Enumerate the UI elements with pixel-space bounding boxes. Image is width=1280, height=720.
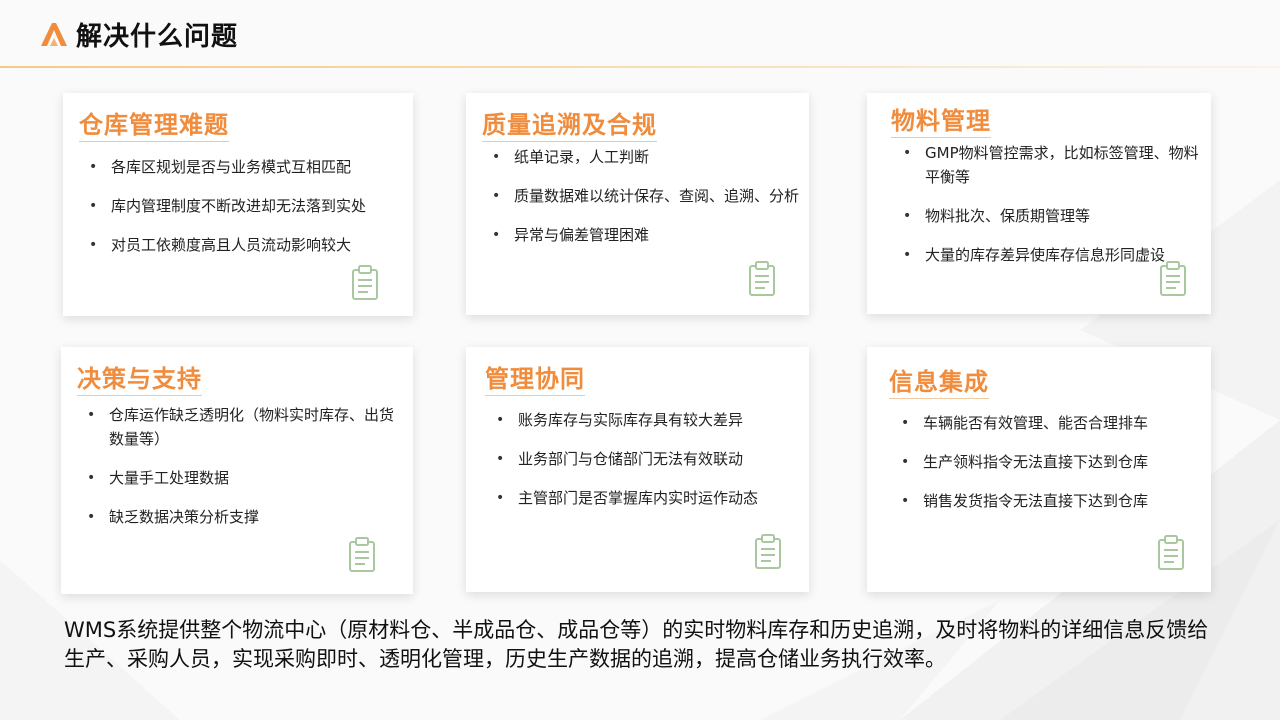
- list-item: 库内管理制度不断改进却无法落到实处: [89, 194, 403, 218]
- card-list: 车辆能否有效管理、能否合理排车 生产领料指令无法直接下达到仓库 销售发货指令无法…: [901, 411, 1201, 528]
- list-item: 对员工依赖度高且人员流动影响较大: [89, 233, 403, 257]
- logo-icon: [41, 23, 67, 46]
- card-title: 管理协同: [485, 359, 585, 396]
- clipboard-icon: [755, 534, 781, 569]
- card-decision-support: 决策与支持 仓库运作缺乏透明化（物料实时库存、出货数量等） 大量手工处理数据 缺…: [61, 347, 413, 594]
- list-item: 物料批次、保质期管理等: [903, 204, 1203, 228]
- list-item: 各库区规划是否与业务模式互相匹配: [89, 155, 403, 179]
- clipboard-icon: [749, 261, 775, 296]
- clipboard-icon: [1158, 535, 1184, 570]
- header: 解决什么问题: [0, 0, 1280, 68]
- card-title: 决策与支持: [77, 359, 202, 396]
- page-title: 解决什么问题: [76, 22, 239, 52]
- card-list: 仓库运作缺乏透明化（物料实时库存、出货数量等） 大量手工处理数据 缺乏数据决策分…: [87, 403, 399, 544]
- card-list: GMP物料管控需求，比如标签管理、物料平衡等 物料批次、保质期管理等 大量的库存…: [903, 141, 1203, 282]
- card-list: 各库区规划是否与业务模式互相匹配 库内管理制度不断改进却无法落到实处 对员工依赖…: [89, 155, 403, 272]
- card-title: 信息集成: [889, 362, 989, 399]
- header-divider: [0, 66, 1280, 68]
- list-item: 纸单记录，人工判断: [492, 145, 801, 169]
- list-item: 大量的库存差异使库存信息形同虚设: [903, 243, 1203, 267]
- list-item: 业务部门与仓储部门无法有效联动: [496, 447, 799, 471]
- list-item: 主管部门是否掌握库内实时运作动态: [496, 486, 799, 510]
- card-list: 账务库存与实际库存具有较大差异 业务部门与仓储部门无法有效联动 主管部门是否掌握…: [496, 408, 799, 525]
- list-item: 销售发货指令无法直接下达到仓库: [901, 489, 1201, 513]
- list-item: 质量数据难以统计保存、查阅、追溯、分析: [492, 184, 801, 208]
- card-warehouse-management: 仓库管理难题 各库区规划是否与业务模式互相匹配 库内管理制度不断改进却无法落到实…: [63, 93, 413, 316]
- list-item: GMP物料管控需求，比如标签管理、物料平衡等: [903, 141, 1203, 189]
- clipboard-icon: [349, 537, 375, 572]
- list-item: 缺乏数据决策分析支撑: [87, 505, 399, 529]
- card-material-management: 物料管理 GMP物料管控需求，比如标签管理、物料平衡等 物料批次、保质期管理等 …: [867, 93, 1211, 314]
- list-item: 账务库存与实际库存具有较大差异: [496, 408, 799, 432]
- clipboard-icon: [352, 265, 378, 300]
- card-title: 物料管理: [891, 101, 991, 138]
- card-quality-traceability: 质量追溯及合规 纸单记录，人工判断 质量数据难以统计保存、查阅、追溯、分析 异常…: [466, 93, 809, 315]
- list-item: 生产领料指令无法直接下达到仓库: [901, 450, 1201, 474]
- clipboard-icon: [1160, 261, 1186, 296]
- list-item: 车辆能否有效管理、能否合理排车: [901, 411, 1201, 435]
- card-list: 纸单记录，人工判断 质量数据难以统计保存、查阅、追溯、分析 异常与偏差管理困难: [492, 145, 801, 262]
- summary-text: WMS系统提供整个物流中心（原材料仓、半成品仓、成品仓等）的实时物料库存和历史追…: [64, 618, 1209, 671]
- list-item: 大量手工处理数据: [87, 466, 399, 490]
- card-title: 仓库管理难题: [79, 105, 229, 142]
- list-item: 异常与偏差管理困难: [492, 223, 801, 247]
- card-management-collaboration: 管理协同 账务库存与实际库存具有较大差异 业务部门与仓储部门无法有效联动 主管部…: [466, 347, 809, 592]
- card-information-integration: 信息集成 车辆能否有效管理、能否合理排车 生产领料指令无法直接下达到仓库 销售发…: [867, 347, 1211, 592]
- card-title: 质量追溯及合规: [482, 105, 657, 142]
- list-item: 仓库运作缺乏透明化（物料实时库存、出货数量等）: [87, 403, 399, 451]
